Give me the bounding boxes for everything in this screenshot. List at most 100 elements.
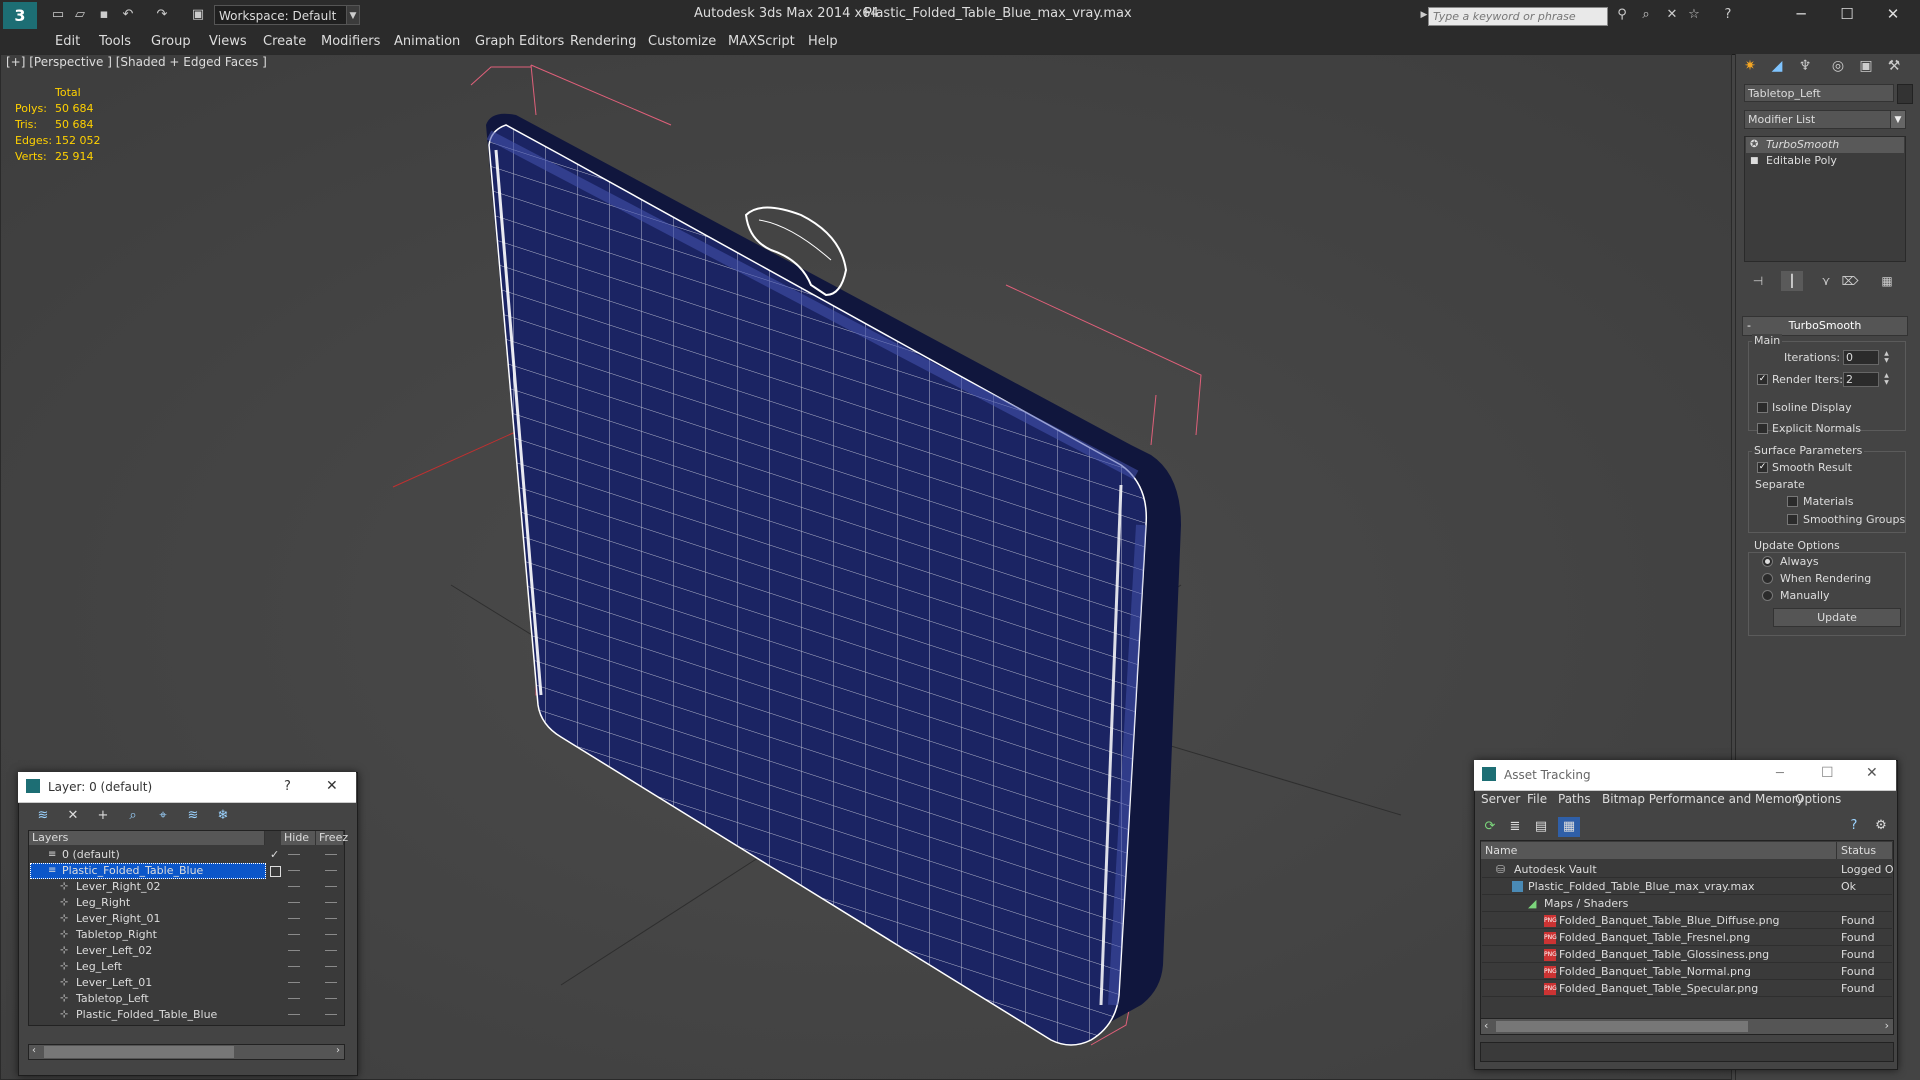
explicit-normals-checkbox[interactable] (1757, 423, 1768, 434)
stack-item-editable-poly[interactable]: ■ Editable Poly (1746, 153, 1904, 169)
layer-row[interactable]: ⊹ Lever_Right_01 (30, 911, 343, 927)
asset-menu-file[interactable]: File (1527, 792, 1547, 806)
layer-row[interactable]: ⊹ Leg_Right (30, 895, 343, 911)
communication-icon[interactable]: ✕ (1664, 7, 1680, 23)
manually-radio[interactable] (1762, 590, 1773, 601)
menu-customize[interactable]: Customize (648, 34, 716, 49)
menu-maxscript[interactable]: MAXScript (728, 34, 795, 49)
menu-views[interactable]: Views (209, 34, 247, 49)
project-folder-icon[interactable]: ▣ (190, 7, 206, 23)
asset-row[interactable]: Plastic_Folded_Table_Blue_max_vray.max O… (1482, 878, 1892, 895)
configure-modifier-sets-icon[interactable]: ▦ (1876, 271, 1898, 291)
remove-modifier-icon[interactable]: ⌦ (1839, 271, 1861, 291)
modifier-list-dropdown[interactable]: Modifier List (1744, 110, 1906, 129)
settings-icon[interactable]: ⚙ (1870, 816, 1892, 836)
hide-all-icon[interactable]: ≋ (182, 806, 204, 826)
layer-row-selected[interactable]: ≡ Plastic_Folded_Table_Blue (30, 863, 343, 879)
asset-row[interactable]: PNG Folded_Banquet_Table_Normal.png Found (1482, 963, 1892, 980)
layer-row[interactable]: ⊹ Tabletop_Right (30, 927, 343, 943)
layers-column-header[interactable]: Layers (29, 831, 265, 845)
motion-tab-icon[interactable]: ◎ (1826, 55, 1850, 77)
layer-row[interactable]: ⊹ Leg_Left (30, 959, 343, 975)
details-view-icon[interactable]: ▤ (1530, 817, 1552, 837)
layer-scroll-thumb[interactable] (44, 1046, 234, 1058)
materials-checkbox[interactable] (1787, 496, 1798, 507)
name-column-header[interactable]: Name (1481, 842, 1837, 859)
layer-row[interactable]: ⊹ Plastic_Folded_Table_Blue (30, 1007, 343, 1023)
close-icon[interactable]: ✕ (326, 778, 338, 794)
open-file-icon[interactable]: ▱ (72, 7, 88, 23)
delete-layer-icon[interactable]: ✕ (62, 806, 84, 826)
modify-tab-icon[interactable]: ◢ (1765, 55, 1789, 77)
isoline-display-checkbox[interactable] (1757, 402, 1768, 413)
asset-menu-options[interactable]: Options (1795, 792, 1841, 806)
new-file-icon[interactable]: ▭ (50, 7, 66, 23)
current-layer-box-icon[interactable] (270, 866, 281, 877)
redo-icon[interactable]: ↷ (154, 7, 170, 23)
status-column-header[interactable]: Status (1837, 842, 1893, 859)
close-button[interactable]: ✕ (1870, 2, 1916, 26)
layer-row[interactable]: ⊹ Tabletop_Left (30, 991, 343, 1007)
asset-menu-paths[interactable]: Paths (1558, 792, 1591, 806)
spinner-arrows-icon[interactable]: ▲ ▼ (1882, 350, 1891, 365)
update-button[interactable]: Update (1773, 608, 1901, 627)
when-rendering-radio[interactable] (1762, 573, 1773, 584)
check-icon[interactable]: ✓ (270, 847, 279, 863)
display-tab-icon[interactable]: ▣ (1854, 55, 1878, 77)
scroll-left-icon[interactable]: ‹ (32, 1045, 36, 1056)
binoculars-icon[interactable]: ⚲ (1614, 7, 1630, 23)
add-to-layer-icon[interactable]: + (92, 806, 114, 826)
asset-scroll-thumb[interactable] (1496, 1021, 1748, 1032)
subscription-icon[interactable]: ⌕ (1638, 7, 1654, 23)
help-icon[interactable]: ? (1720, 7, 1736, 23)
table-view-icon[interactable]: ▦ (1558, 817, 1580, 837)
pin-stack-icon[interactable]: ⊣ (1747, 271, 1769, 291)
render-iters-checkbox[interactable]: ✓ (1757, 374, 1768, 385)
layer-window-titlebar[interactable]: Layer: 0 (default) ? ✕ (18, 772, 356, 803)
menu-tools[interactable]: Tools (99, 34, 131, 49)
utilities-tab-icon[interactable]: ⚒ (1882, 55, 1906, 77)
layer-row[interactable]: ⊹ Lever_Left_02 (30, 943, 343, 959)
layer-row[interactable]: ⊹ Lever_Right_02 (30, 879, 343, 895)
minimize-icon[interactable]: ─ (1776, 766, 1784, 781)
spinner-arrows-icon[interactable]: ▲ ▼ (1882, 372, 1891, 387)
menu-help[interactable]: Help (808, 34, 838, 49)
layer-row[interactable]: ⊹ Lever_Left_01 (30, 975, 343, 991)
app-logo[interactable]: 3 (3, 2, 37, 29)
hide-column-header[interactable]: Hide (281, 831, 316, 845)
expand-icon[interactable]: ■ (1750, 153, 1759, 169)
search-input[interactable]: Type a keyword or phrase (1428, 7, 1608, 26)
list-view-icon[interactable]: ≣ (1504, 817, 1526, 837)
help-button[interactable]: ? (284, 779, 291, 794)
smooth-result-checkbox[interactable]: ✓ (1757, 462, 1768, 473)
asset-menu-bitmap-performance[interactable]: Bitmap Performance and Memory (1602, 792, 1804, 806)
scroll-right-icon[interactable]: › (1885, 1019, 1889, 1032)
object-name-field[interactable]: Tabletop_Left (1744, 84, 1894, 102)
create-tab-icon[interactable]: ✷ (1738, 55, 1762, 77)
menu-animation[interactable]: Animation (394, 34, 460, 49)
viewport-label[interactable]: [+] [Perspective ] [Shaded + Edged Faces… (6, 55, 267, 69)
menu-modifiers[interactable]: Modifiers (321, 34, 380, 49)
menu-create[interactable]: Create (263, 34, 306, 49)
favorites-icon[interactable]: ☆ (1686, 7, 1702, 23)
chevron-down-icon[interactable]: ▼ (1890, 110, 1906, 129)
highlight-selected-icon[interactable]: ⌖ (152, 806, 174, 826)
asset-menu-server[interactable]: Server (1481, 792, 1520, 806)
save-icon[interactable]: ▪ (96, 7, 112, 23)
maximize-button[interactable]: ☐ (1824, 2, 1870, 26)
asset-row[interactable]: PNG Folded_Banquet_Table_Blue_Diffuse.png… (1482, 912, 1892, 929)
select-objects-icon[interactable]: ⌕ (122, 806, 144, 826)
asset-row[interactable]: ◢ Maps / Shaders (1482, 895, 1892, 912)
asset-row[interactable]: ⛁ Autodesk Vault Logged O (1482, 861, 1894, 878)
menu-edit[interactable]: Edit (55, 34, 80, 49)
undo-icon[interactable]: ↶ (120, 7, 136, 23)
hierarchy-tab-icon[interactable]: ♆ (1793, 55, 1817, 77)
always-radio[interactable] (1762, 556, 1773, 567)
show-end-result-icon[interactable]: ┃ (1781, 271, 1803, 291)
refresh-icon[interactable]: ⟳ (1479, 817, 1501, 837)
asset-row[interactable]: PNG Folded_Banquet_Table_Fresnel.png Foun… (1482, 929, 1892, 946)
freeze-column-header[interactable]: Freez (316, 831, 348, 845)
close-icon[interactable]: ✕ (1866, 765, 1878, 781)
render-iters-spinner[interactable]: 2 (1843, 372, 1879, 387)
turbosmooth-rollout-header[interactable]: - TurboSmooth (1742, 316, 1908, 336)
